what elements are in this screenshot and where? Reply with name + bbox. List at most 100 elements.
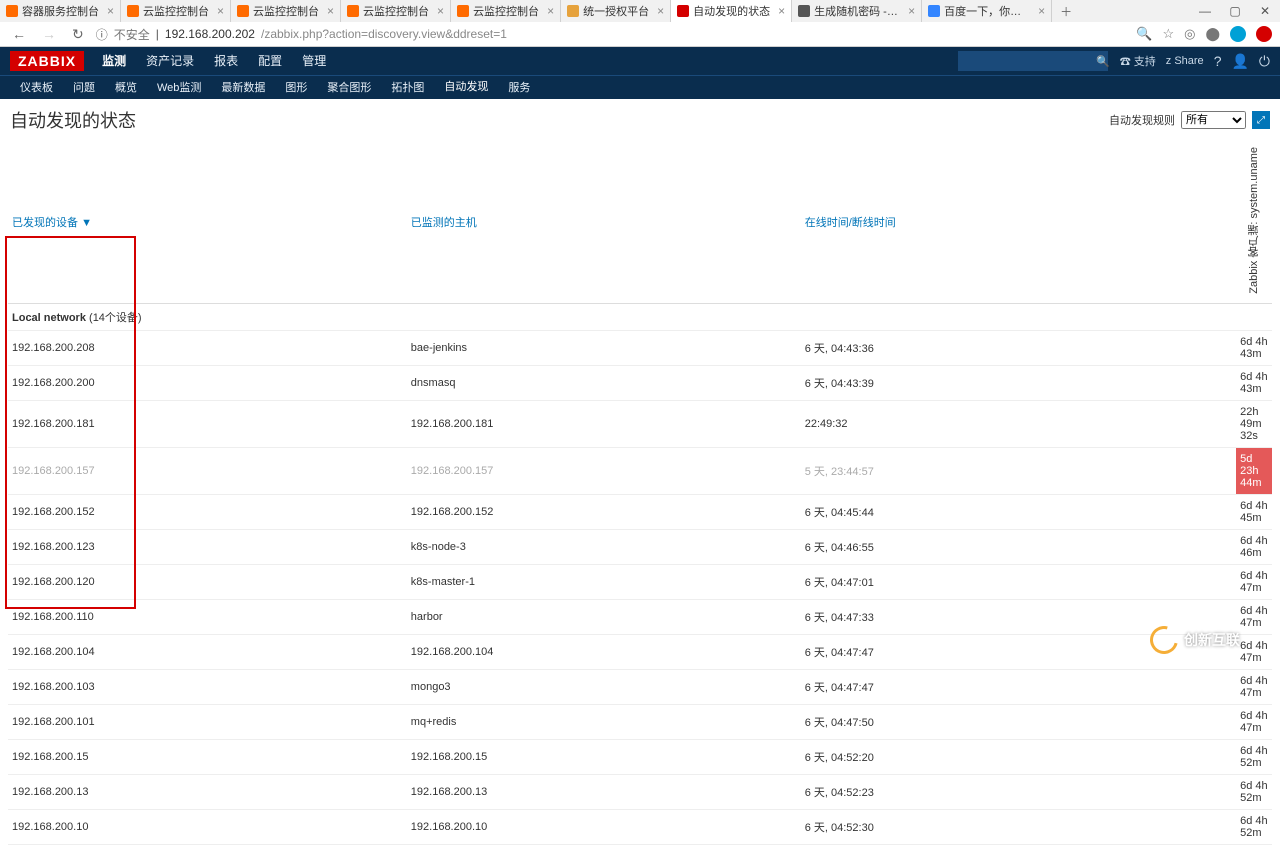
cell-device: 192.168.200.152 bbox=[8, 494, 407, 529]
support-link[interactable]: ☎ 支持 bbox=[1120, 53, 1156, 69]
tab-favicon bbox=[347, 5, 359, 17]
tab-label: 云监控控制台 bbox=[363, 3, 429, 19]
cell-uptime: 22:49:32 bbox=[801, 400, 1236, 447]
browser-tab[interactable]: 容器服务控制台× bbox=[0, 0, 121, 22]
browser-tab[interactable]: 云监控控制台 × bbox=[231, 0, 341, 22]
tab-label: 统一授权平台 bbox=[583, 3, 649, 19]
share-link[interactable]: z Share bbox=[1166, 55, 1204, 67]
browser-chrome: 容器服务控制台×云监控控制台×云监控控制台×云监控控制台×云监控控制台×统一授权… bbox=[0, 0, 1280, 47]
col-device-header[interactable]: 已发现的设备 ▼ bbox=[8, 141, 407, 303]
extension-icon[interactable]: ◎ bbox=[1184, 26, 1195, 42]
info-icon[interactable]: ⓘ bbox=[96, 26, 108, 43]
extension-o-icon[interactable] bbox=[1256, 26, 1272, 42]
table-row: 192.168.200.103 mongo3 6 天, 04:47:47 6d … bbox=[8, 669, 1272, 704]
new-tab-button[interactable]: ＋ bbox=[1052, 3, 1080, 20]
col-uptime-header: 在线时间/断线时间 bbox=[801, 141, 1236, 303]
tab-close-icon[interactable]: × bbox=[107, 4, 114, 18]
title-filter: 自动发现规则 所有 ⤢ bbox=[1109, 111, 1270, 129]
discovery-table: 已发现的设备 ▼ 已监测的主机 在线时间/断线时间 Zabbix 客户端: sy… bbox=[8, 141, 1272, 845]
cell-uptime: 6 天, 04:47:47 bbox=[801, 669, 1236, 704]
window-close[interactable]: ✕ bbox=[1250, 0, 1280, 22]
user-icon[interactable]: 👤 bbox=[1231, 53, 1248, 70]
tab-close-icon[interactable]: × bbox=[437, 4, 444, 18]
subnav-item[interactable]: Web监测 bbox=[147, 76, 211, 100]
browser-tabs-bar: 容器服务控制台×云监控控制台×云监控控制台×云监控控制台×云监控控制台×统一授权… bbox=[0, 0, 1280, 22]
tab-close-icon[interactable]: × bbox=[657, 4, 664, 18]
window-minimize[interactable]: — bbox=[1190, 0, 1220, 22]
table-row: 192.168.200.101 mq+redis 6 天, 04:47:50 6… bbox=[8, 704, 1272, 739]
sort-arrow-icon[interactable]: ▼ bbox=[81, 217, 92, 229]
subnav-item[interactable]: 仪表板 bbox=[10, 76, 63, 100]
table-row: 192.168.200.10 192.168.200.10 6 天, 04:52… bbox=[8, 809, 1272, 844]
browser-tab[interactable]: 云监控控制台× bbox=[451, 0, 561, 22]
logout-icon[interactable]: ⏻ bbox=[1259, 53, 1270, 70]
browser-tab[interactable]: 统一授权平台 × bbox=[561, 0, 671, 22]
nav-item[interactable]: 资产记录 bbox=[136, 47, 204, 75]
tab-close-icon[interactable]: × bbox=[778, 4, 785, 18]
subnav-item[interactable]: 拓扑图 bbox=[381, 76, 434, 100]
url-field[interactable]: ⓘ 不安全 | 192.168.200.202/zabbix.php?actio… bbox=[96, 26, 1129, 43]
cell-host: k8s-master-1 bbox=[407, 564, 801, 599]
nav-item[interactable]: 管理 bbox=[292, 47, 336, 75]
tab-label: 百度一下，你就知道 bbox=[944, 3, 1030, 19]
cell-host: 192.168.200.157 bbox=[407, 447, 801, 494]
browser-tab[interactable]: 生成随机密码 - 密码生× bbox=[792, 0, 922, 22]
tab-close-icon[interactable]: × bbox=[908, 4, 915, 18]
cell-agent: 6d 4h 45m bbox=[1236, 494, 1272, 529]
cell-device: 192.168.200.15 bbox=[8, 739, 407, 774]
tab-close-icon[interactable]: × bbox=[217, 4, 224, 18]
discovery-rule-select[interactable]: 所有 bbox=[1181, 111, 1246, 129]
cell-agent: 6d 4h 47m bbox=[1236, 669, 1272, 704]
subnav-item[interactable]: 自动发现 bbox=[434, 75, 498, 101]
fullscreen-button[interactable]: ⤢ bbox=[1252, 111, 1270, 129]
browser-tab[interactable]: 百度一下，你就知道 × bbox=[922, 0, 1052, 22]
help-icon[interactable]: ? bbox=[1214, 53, 1222, 69]
subnav-item[interactable]: 最新数据 bbox=[211, 76, 275, 100]
window-maximize[interactable]: ▢ bbox=[1220, 0, 1250, 22]
reload-button[interactable]: ↻ bbox=[68, 26, 88, 43]
subnav-item[interactable]: 概览 bbox=[105, 76, 147, 100]
tab-close-icon[interactable]: × bbox=[547, 4, 554, 18]
cell-host: 192.168.200.10 bbox=[407, 809, 801, 844]
subnav-item[interactable]: 问题 bbox=[63, 76, 105, 100]
cell-agent: 6d 4h 47m bbox=[1236, 704, 1272, 739]
cell-host: mq+redis bbox=[407, 704, 801, 739]
zabbix-logo[interactable]: ZABBIX bbox=[10, 51, 84, 71]
cell-uptime: 6 天, 04:52:20 bbox=[801, 739, 1236, 774]
extension-b-icon[interactable] bbox=[1230, 26, 1246, 42]
bookmark-icon[interactable]: ☆ bbox=[1162, 26, 1174, 42]
browser-tab[interactable]: 云监控控制台 × bbox=[341, 0, 451, 22]
cell-uptime: 6 天, 04:47:50 bbox=[801, 704, 1236, 739]
cell-uptime: 6 天, 04:47:01 bbox=[801, 564, 1236, 599]
search-icon[interactable]: 🔍 bbox=[1096, 55, 1110, 68]
nav-item[interactable]: 配置 bbox=[248, 47, 292, 75]
subnav-item[interactable]: 聚合图形 bbox=[317, 76, 381, 100]
cell-device: 192.168.200.208 bbox=[8, 330, 407, 365]
cell-agent: 5d 23h 44m bbox=[1236, 447, 1272, 494]
cell-device: 192.168.200.157 bbox=[8, 447, 407, 494]
cell-agent: 6d 4h 52m bbox=[1236, 774, 1272, 809]
browser-tab[interactable]: 自动发现的状态 × bbox=[671, 0, 792, 22]
tab-label: 自动发现的状态 bbox=[693, 3, 770, 19]
forward-button[interactable]: → bbox=[38, 26, 60, 42]
back-button[interactable]: ← bbox=[8, 26, 30, 42]
tab-close-icon[interactable]: × bbox=[327, 4, 334, 18]
address-bar: ← → ↻ ⓘ 不安全 | 192.168.200.202/zabbix.php… bbox=[0, 22, 1280, 46]
subnav-item[interactable]: 服务 bbox=[498, 76, 540, 100]
table-row: 192.168.200.110 harbor 6 天, 04:47:33 6d … bbox=[8, 599, 1272, 634]
browser-tab[interactable]: 云监控控制台× bbox=[121, 0, 231, 22]
subnav-item[interactable]: 图形 bbox=[275, 76, 317, 100]
cell-agent: 6d 4h 47m bbox=[1236, 564, 1272, 599]
nav-item[interactable]: 监测 bbox=[92, 47, 136, 75]
tab-close-icon[interactable]: × bbox=[1038, 4, 1045, 18]
tab-label: 云监控控制台 bbox=[253, 3, 319, 19]
table-row: 192.168.200.157 192.168.200.157 5 天, 23:… bbox=[8, 447, 1272, 494]
table-row: 192.168.200.181 192.168.200.181 22:49:32… bbox=[8, 400, 1272, 447]
watermark-icon bbox=[1145, 621, 1183, 659]
extension-icon-2[interactable]: ⬤ bbox=[1205, 26, 1220, 42]
table-row: 192.168.200.152 192.168.200.152 6 天, 04:… bbox=[8, 494, 1272, 529]
search-icon[interactable]: 🔍 bbox=[1136, 26, 1152, 42]
nav-item[interactable]: 报表 bbox=[204, 47, 248, 75]
search-input[interactable] bbox=[958, 51, 1108, 71]
content: 已发现的设备 ▼ 已监测的主机 在线时间/断线时间 Zabbix 客户端: sy… bbox=[0, 141, 1280, 845]
